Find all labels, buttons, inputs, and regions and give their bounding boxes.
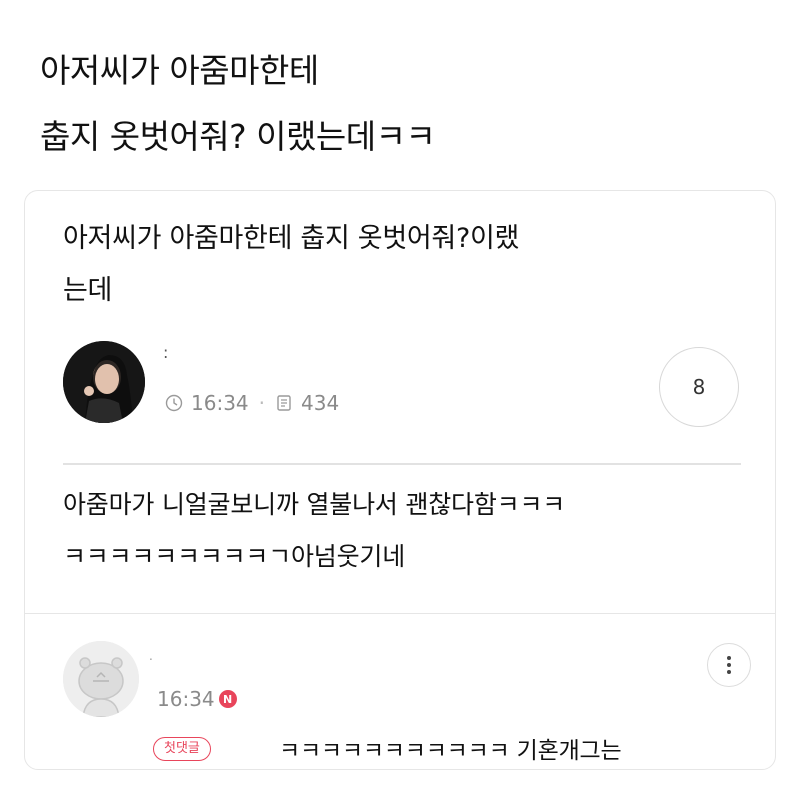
author-name[interactable]: : [163,343,168,362]
clock-icon [165,394,183,412]
meta-separator: · [258,391,265,415]
post-views: 434 [301,391,340,415]
comment-count: 8 [692,375,706,399]
divider [63,463,741,465]
post-meta: 16:34 · 434 [165,391,339,415]
comment-count-button[interactable]: 8 [659,347,739,427]
headline-line-1: 아저씨가 아줌마한테 [40,51,319,90]
post-card: 아저씨가 아줌마한테 춥지 옷벗어줘?이랬 는데 : 16:34 · 434 8… [24,190,776,770]
post-time: 16:34 [191,391,249,415]
new-badge: N [218,690,237,708]
post-title[interactable]: 아저씨가 아줌마한테 춥지 옷벗어줘?이랬 는데 [63,213,743,317]
commenter-name[interactable]: . [149,649,153,663]
comment-time: 16:34 [157,687,215,711]
comment-text: ㅋㅋㅋㅋㅋㅋㅋㅋㅋㅋㅋ 기혼개그는 [279,738,622,764]
commenter-avatar[interactable] [63,641,139,717]
more-vertical-icon [727,656,731,660]
author-avatar[interactable] [63,341,145,423]
comment-divider [25,613,775,614]
first-comment-badge: 첫댓글 [153,737,211,761]
post-body-line-1: 아줌마가 니얼굴보니까 열불나서 괜찮다함ㅋㅋㅋ [63,490,566,519]
post-body-line-2: ㅋㅋㅋㅋㅋㅋㅋㅋㅋㄱ아넘웃기네 [63,542,406,571]
post-body: 아줌마가 니얼굴보니까 열불나서 괜찮다함ㅋㅋㅋ ㅋㅋㅋㅋㅋㅋㅋㅋㅋㄱ아넘웃기네 [63,479,753,583]
document-icon [275,394,293,412]
more-options-button[interactable] [707,643,751,687]
comment-meta: 16:34 N [157,687,237,711]
headline: 아저씨가 아줌마한테 춥지 옷벗어줘? 이랬는데ㅋㅋ [40,38,436,170]
headline-line-2: 춥지 옷벗어줘? 이랬는데ㅋㅋ [40,117,436,156]
post-title-line-2: 는데 [63,275,113,306]
post-title-line-1: 아저씨가 아줌마한테 춥지 옷벗어줘?이랬 [63,223,520,254]
